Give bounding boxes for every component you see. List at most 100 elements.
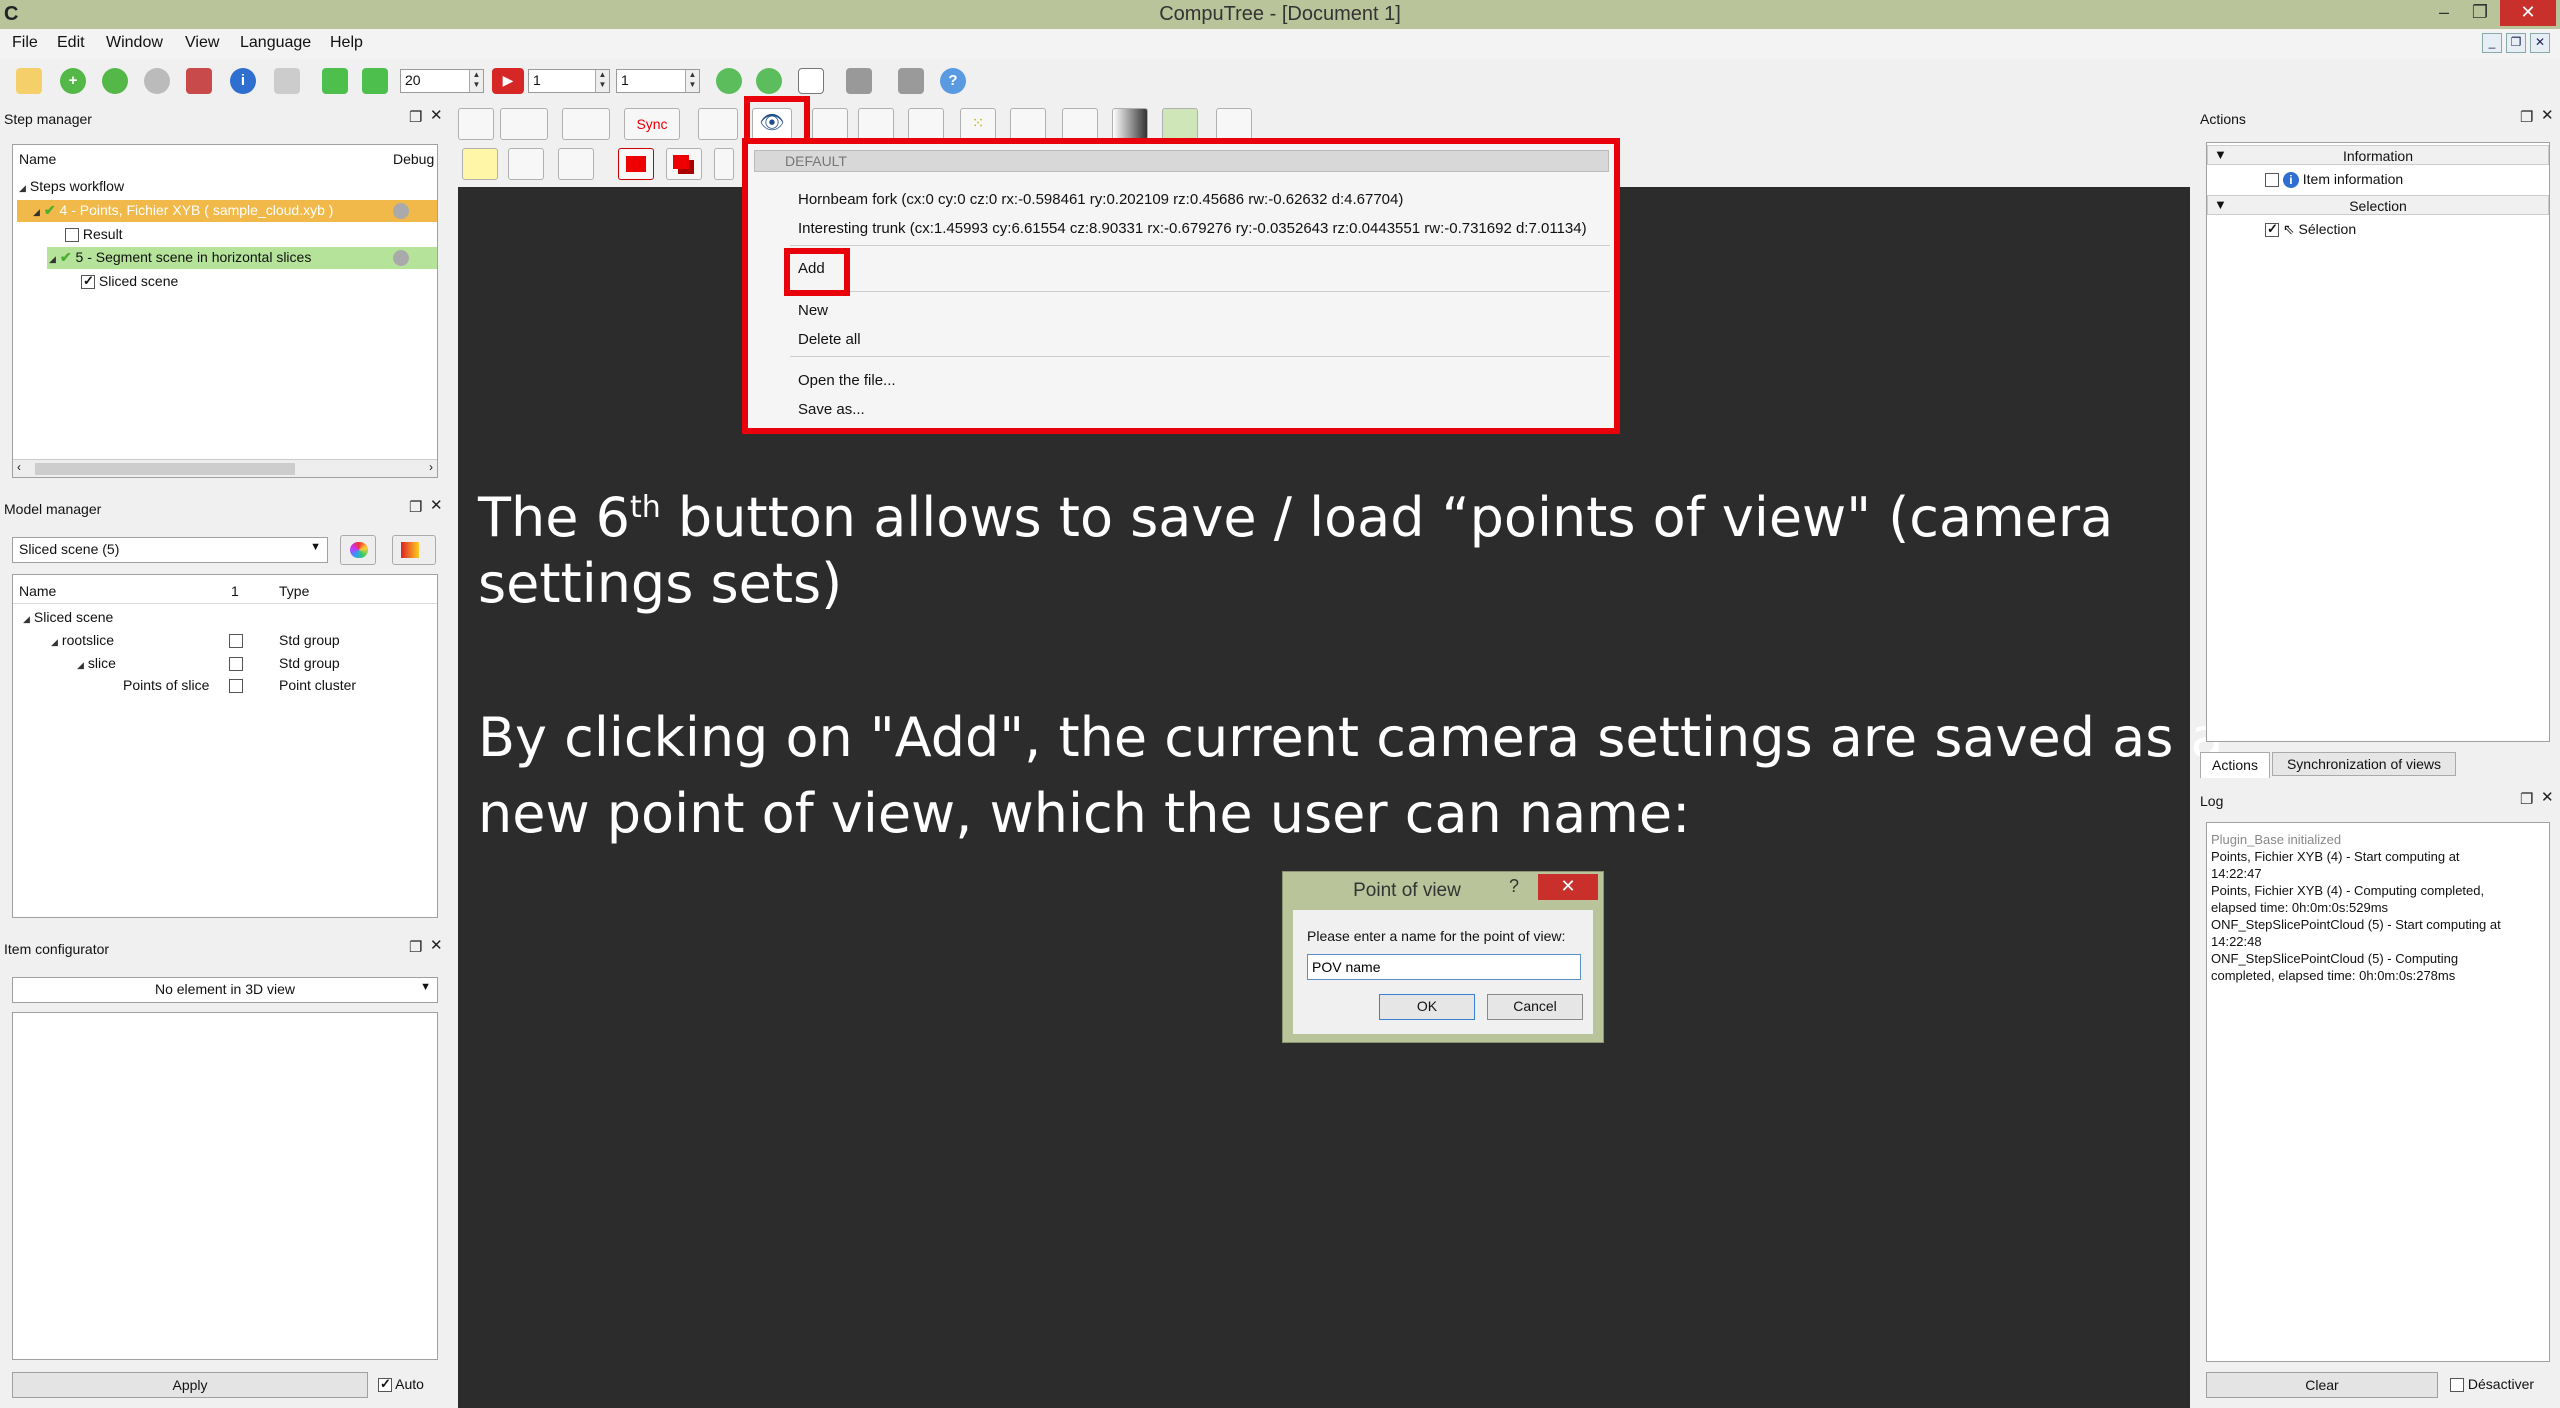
panel-close-icon[interactable]: ✕ <box>430 936 443 954</box>
info-icon[interactable]: i <box>230 68 256 94</box>
tab-actions[interactable]: Actions <box>2200 752 2270 778</box>
clear-log-button[interactable]: Clear <box>2206 1372 2438 1398</box>
view-cube-icon[interactable] <box>458 108 494 140</box>
record-icon[interactable]: ▶ <box>492 68 524 94</box>
group-information[interactable]: ▼ Information <box>2207 145 2549 165</box>
tools-icon[interactable] <box>846 68 872 94</box>
item-selector[interactable]: No element in 3D view ▼ <box>12 977 438 1003</box>
spin-arrows-icon[interactable]: ▲ ▼ <box>685 70 699 92</box>
panel-close-icon[interactable]: ✕ <box>430 496 443 514</box>
fast-forward-icon[interactable] <box>362 68 388 94</box>
item-selection[interactable]: ⇖ Sélection <box>2265 221 2356 238</box>
horizontal-scrollbar[interactable]: ‹ › <box>13 459 437 477</box>
speed-spinbox[interactable]: 20 ▲ ▼ <box>400 69 484 93</box>
collapse-icon[interactable]: ◢ <box>49 254 56 264</box>
frame-icon[interactable] <box>1010 108 1046 140</box>
open-file-icon[interactable] <box>16 68 42 94</box>
step-forward-icon[interactable] <box>322 68 348 94</box>
select-extra-icon[interactable] <box>714 148 734 180</box>
undock-icon[interactable]: ❐ <box>409 108 422 126</box>
spin-arrows-icon[interactable]: ▲ ▼ <box>595 70 609 92</box>
tree-root[interactable]: ◢ Steps workflow <box>19 178 124 194</box>
undock-icon[interactable]: ❐ <box>2520 790 2533 808</box>
gradient-button[interactable] <box>392 535 436 565</box>
auto-checkbox[interactable] <box>378 1376 392 1393</box>
frame-spinbox[interactable]: 1 ▲ ▼ <box>528 69 610 93</box>
scroll-left-icon[interactable]: ‹ <box>17 460 21 474</box>
color-palette-button[interactable] <box>340 535 376 565</box>
step-spinbox[interactable]: 1 ▲ ▼ <box>616 69 700 93</box>
model-selector[interactable]: Sliced scene (5) ▼ <box>12 537 328 563</box>
disable-log-checkbox[interactable] <box>2450 1378 2464 1393</box>
run-icon[interactable] <box>102 68 128 94</box>
result-checkbox[interactable] <box>65 228 79 243</box>
tab-sync-views[interactable]: Synchronization of views <box>2272 752 2456 776</box>
script-icon[interactable] <box>798 68 824 94</box>
stop-icon[interactable] <box>144 68 170 94</box>
group-selection[interactable]: ▼ Selection <box>2207 195 2549 215</box>
screenshot-camera-icon[interactable] <box>812 108 848 140</box>
add-step-icon[interactable]: + <box>60 68 86 94</box>
debug-off-icon[interactable] <box>393 250 409 266</box>
apply-button[interactable]: Apply <box>12 1372 368 1398</box>
collapse-icon[interactable]: ◢ <box>51 637 58 647</box>
model-row-checkbox[interactable] <box>229 655 243 672</box>
model-row[interactable]: ◢ rootslice <box>51 632 114 648</box>
minimize-button[interactable]: – <box>2426 0 2462 26</box>
menu-view[interactable]: View <box>185 34 219 52</box>
model-row-checkbox[interactable] <box>229 677 243 694</box>
point-large-icon[interactable] <box>908 108 944 140</box>
step-4-result[interactable]: Result <box>65 226 123 243</box>
select-remove-icon[interactable] <box>558 148 594 180</box>
axis-icon[interactable] <box>562 108 610 140</box>
export-icon[interactable] <box>1162 108 1198 140</box>
undock-icon[interactable]: ❐ <box>2520 108 2533 126</box>
grid-dots-icon[interactable]: ⁙ <box>960 108 996 140</box>
sync-button[interactable]: Sync <box>624 108 680 140</box>
point-small-icon[interactable] <box>858 108 894 140</box>
panel-close-icon[interactable]: ✕ <box>430 106 443 124</box>
select-multiple-icon[interactable] <box>666 148 702 180</box>
close-button[interactable]: ✕ <box>2500 0 2556 26</box>
tools-icon[interactable] <box>1062 108 1098 140</box>
plugin-icon[interactable] <box>716 68 742 94</box>
menu-language[interactable]: Language <box>240 34 311 52</box>
view-projection-icon[interactable] <box>500 108 548 140</box>
item-information[interactable]: i Item information <box>2265 171 2403 188</box>
collapse-icon[interactable]: ◢ <box>19 183 26 193</box>
model-row-name[interactable]: Points of slice <box>123 677 209 693</box>
scrollbar-thumb[interactable] <box>35 463 295 475</box>
menu-help[interactable]: Help <box>330 34 363 52</box>
maximize-button[interactable]: ❐ <box>2462 0 2498 26</box>
save-icon[interactable] <box>186 68 212 94</box>
menu-file[interactable]: File <box>12 34 38 52</box>
swap-icon[interactable] <box>1216 108 1252 140</box>
select-pointer-icon[interactable] <box>462 148 498 180</box>
mdi-close-icon[interactable]: ✕ <box>2530 33 2550 53</box>
ok-button[interactable]: OK <box>1379 994 1475 1020</box>
item-information-checkbox[interactable] <box>2265 173 2279 188</box>
cancel-button[interactable]: Cancel <box>1487 994 1583 1020</box>
panel-close-icon[interactable]: ✕ <box>2541 106 2554 124</box>
step-4[interactable]: ◢ ✔ 4 - Points, Fichier XYB ( sample_clou… <box>33 202 333 219</box>
camera-video-icon[interactable] <box>698 108 738 140</box>
clear-icon[interactable] <box>274 68 300 94</box>
model-row[interactable]: ◢ slice <box>77 655 116 671</box>
help-icon[interactable]: ? <box>940 68 966 94</box>
undock-icon[interactable]: ❐ <box>409 498 422 516</box>
panel-close-icon[interactable]: ✕ <box>2541 788 2554 806</box>
collapse-icon[interactable]: ◢ <box>33 207 40 217</box>
spin-arrows-icon[interactable]: ▲ ▼ <box>469 70 483 92</box>
debug-off-icon[interactable] <box>393 203 409 219</box>
disable-log-toggle[interactable]: Désactiver <box>2450 1376 2534 1393</box>
select-add-icon[interactable] <box>508 148 544 180</box>
menu-edit[interactable]: Edit <box>57 34 85 52</box>
plugin-manager-icon[interactable] <box>756 68 782 94</box>
model-row[interactable]: ◢ Sliced scene <box>23 609 113 625</box>
undock-icon[interactable]: ❐ <box>409 938 422 956</box>
scroll-right-icon[interactable]: › <box>429 460 433 474</box>
model-row-checkbox[interactable] <box>229 632 243 649</box>
pov-name-input[interactable] <box>1307 954 1581 980</box>
mdi-minimize-icon[interactable]: _ <box>2482 33 2502 53</box>
broom-icon[interactable] <box>898 68 924 94</box>
